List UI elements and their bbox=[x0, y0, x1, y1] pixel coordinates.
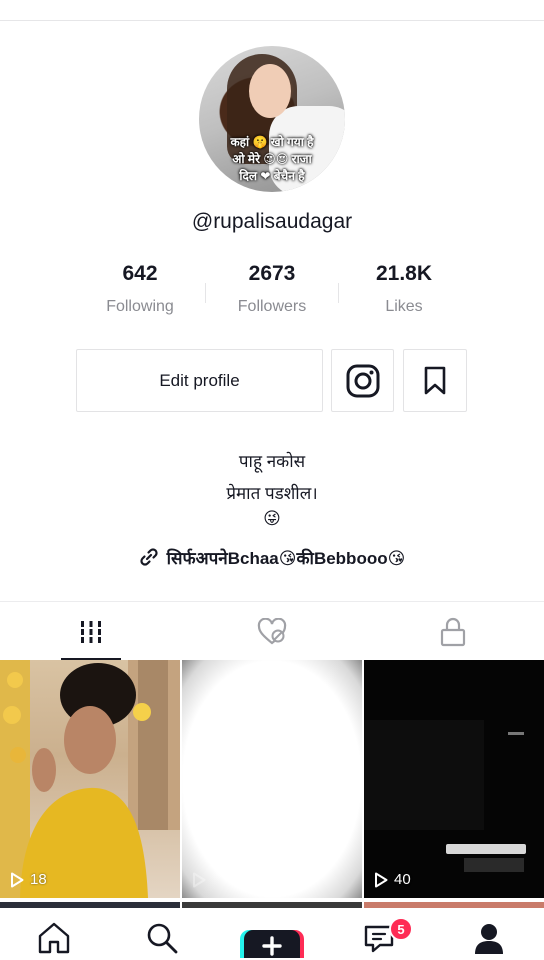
bio-emoji: 😜 bbox=[263, 509, 281, 528]
home-icon bbox=[38, 922, 70, 954]
video-thumbnail-image bbox=[0, 660, 180, 898]
top-divider bbox=[0, 20, 544, 21]
video-grid: 18 40 bbox=[0, 660, 544, 904]
tab-private[interactable] bbox=[362, 602, 543, 661]
nav-profile[interactable] bbox=[469, 918, 509, 958]
profile-username: @rupalisaudagar bbox=[191, 210, 353, 233]
stat-followers[interactable]: 2673 Followers bbox=[207, 262, 337, 316]
avatar-overlay-text: कहां 🤫 खो गया है ओ मेरे 😍😍 राजा दिल ❤ बे… bbox=[230, 135, 314, 183]
play-icon bbox=[11, 872, 24, 887]
bio-line: प्रेमात पडशील। bbox=[226, 484, 318, 503]
profile-icon bbox=[475, 924, 503, 954]
instagram-icon bbox=[346, 364, 379, 397]
bottom-navigation bbox=[0, 908, 544, 960]
followers-label: Followers bbox=[237, 298, 307, 315]
bookmark-button[interactable] bbox=[403, 349, 467, 412]
play-icon bbox=[375, 872, 388, 887]
stat-following[interactable]: 642 Following bbox=[75, 262, 205, 316]
view-count: 18 bbox=[10, 871, 47, 888]
following-label: Following bbox=[106, 298, 174, 315]
create-plus-icon bbox=[240, 930, 304, 958]
view-count bbox=[192, 872, 212, 888]
likes-count: 21.8K bbox=[375, 262, 433, 285]
private-lock-icon bbox=[440, 617, 465, 646]
stat-divider bbox=[205, 283, 206, 303]
tab-liked[interactable] bbox=[181, 602, 362, 661]
video-thumbnail-image bbox=[364, 720, 526, 872]
tab-videos[interactable] bbox=[0, 602, 181, 661]
bio-link-text: सिर्फअपनेBchaa😘कीBebbooo😘 bbox=[166, 549, 406, 568]
profile-tabs bbox=[0, 601, 544, 661]
bio-link[interactable]: सिर्फअपनेBchaa😘कीBebbooo😘 bbox=[0, 546, 544, 569]
liked-heart-icon bbox=[257, 617, 286, 644]
stat-likes[interactable]: 21.8K Likes bbox=[339, 262, 469, 316]
video-thumbnail[interactable] bbox=[182, 660, 362, 898]
nav-discover[interactable] bbox=[142, 918, 182, 958]
nav-create[interactable] bbox=[240, 918, 304, 958]
video-thumbnail[interactable]: 40 bbox=[364, 660, 544, 898]
video-thumbnail[interactable]: 18 bbox=[0, 660, 180, 898]
discover-search-icon bbox=[147, 923, 178, 954]
edit-profile-button[interactable]: Edit profile bbox=[76, 349, 323, 412]
bio-line: पाहू नकोस bbox=[238, 452, 306, 471]
view-count: 40 bbox=[374, 871, 411, 888]
link-icon bbox=[140, 548, 158, 566]
inbox-badge: 5 bbox=[389, 917, 413, 941]
bookmark-icon bbox=[424, 366, 446, 394]
play-icon bbox=[193, 872, 206, 888]
following-count: 642 bbox=[122, 262, 158, 285]
profile-avatar[interactable]: कहां 🤫 खो गया है ओ मेरे 😍😍 राजा दिल ❤ बे… bbox=[199, 46, 345, 192]
instagram-button[interactable] bbox=[331, 349, 394, 412]
nav-home[interactable] bbox=[34, 918, 74, 958]
likes-label: Likes bbox=[385, 298, 423, 315]
followers-count: 2673 bbox=[248, 262, 296, 285]
videos-grid-icon bbox=[80, 620, 101, 643]
